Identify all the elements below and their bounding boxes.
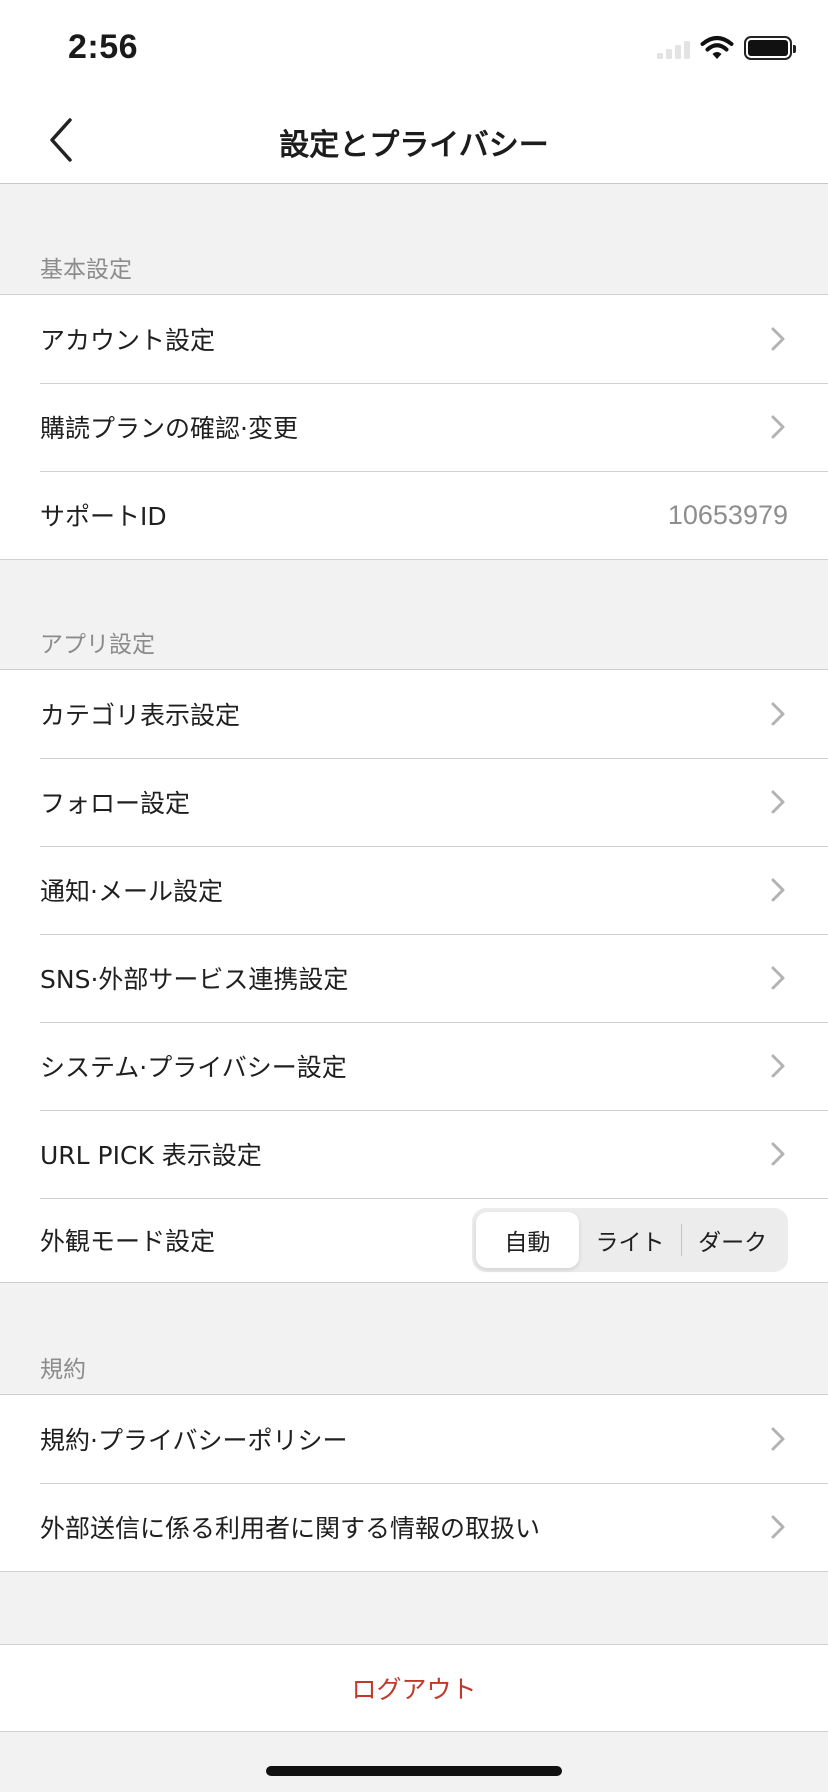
row-terms-privacy-policy[interactable]: 規約·プライバシーポリシー <box>0 1395 828 1483</box>
row-sns-integration[interactable]: SNS·外部サービス連携設定 <box>0 934 828 1022</box>
chevron-right-icon <box>771 1427 785 1451</box>
chevron-right-icon <box>771 702 785 726</box>
row-label: 規約·プライバシーポリシー <box>40 1426 348 1455</box>
logout-button[interactable]: ログアウト <box>0 1644 828 1732</box>
row-label: 外観モード設定 <box>40 1227 216 1256</box>
row-label: サポートID <box>40 502 167 531</box>
appearance-segmented-control: 自動 ライト ダーク <box>472 1208 788 1272</box>
group-terms: 規約·プライバシーポリシー 外部送信に係る利用者に関する情報の取扱い <box>0 1394 828 1572</box>
signal-icon <box>657 37 690 59</box>
chevron-right-icon <box>771 327 785 351</box>
row-label: 通知·メール設定 <box>40 877 223 906</box>
segment-light[interactable]: ライト <box>579 1212 682 1268</box>
chevron-right-icon <box>771 790 785 814</box>
section-header-terms: 規約 <box>40 1357 86 1383</box>
row-label: アカウント設定 <box>40 326 216 355</box>
segment-dark[interactable]: ダーク <box>681 1212 784 1268</box>
chevron-right-icon <box>771 1142 785 1166</box>
row-label: URL PICK 表示設定 <box>40 1141 262 1170</box>
status-time: 2:56 <box>68 28 139 66</box>
group-app-settings: カテゴリ表示設定 フォロー設定 通知·メール設定 SNS·外部サービス連携設定 … <box>0 669 828 1283</box>
status-bar: 2:56 <box>0 0 828 96</box>
row-label: 外部送信に係る利用者に関する情報の取扱い <box>40 1514 541 1543</box>
row-url-pick-display[interactable]: URL PICK 表示設定 <box>0 1110 828 1198</box>
status-icons <box>657 34 796 62</box>
chevron-right-icon <box>771 878 785 902</box>
row-system-privacy[interactable]: システム·プライバシー設定 <box>0 1022 828 1110</box>
row-appearance-mode: 外観モード設定 自動 ライト ダーク <box>0 1198 828 1282</box>
battery-icon <box>744 36 796 60</box>
group-basic-settings: アカウント設定 購読プランの確認·変更 サポートID 10653979 <box>0 294 828 560</box>
row-account-settings[interactable]: アカウント設定 <box>0 295 828 383</box>
segment-auto[interactable]: 自動 <box>476 1212 579 1268</box>
row-support-id: サポートID 10653979 <box>0 471 828 559</box>
logout-label: ログアウト <box>351 1675 477 1704</box>
row-follow-settings[interactable]: フォロー設定 <box>0 758 828 846</box>
row-external-transmission[interactable]: 外部送信に係る利用者に関する情報の取扱い <box>0 1483 828 1571</box>
support-id-value: 10653979 <box>667 499 788 530</box>
row-notification-mail[interactable]: 通知·メール設定 <box>0 846 828 934</box>
row-category-display[interactable]: カテゴリ表示設定 <box>0 670 828 758</box>
navigation-bar: 設定とプライバシー <box>0 96 828 184</box>
row-label: カテゴリ表示設定 <box>40 701 241 730</box>
chevron-right-icon <box>771 1054 785 1078</box>
chevron-right-icon <box>771 415 785 439</box>
row-label: 購読プランの確認·変更 <box>40 414 298 443</box>
row-label: SNS·外部サービス連携設定 <box>40 965 349 994</box>
row-label: システム·プライバシー設定 <box>40 1053 347 1082</box>
chevron-right-icon <box>771 966 785 990</box>
row-label: フォロー設定 <box>40 789 191 818</box>
section-header-basic: 基本設定 <box>40 257 132 283</box>
page-title: 設定とプライバシー <box>279 128 549 163</box>
section-header-app: アプリ設定 <box>40 632 155 658</box>
wifi-icon <box>700 36 734 59</box>
home-indicator <box>266 1766 562 1776</box>
row-subscription-plan[interactable]: 購読プランの確認·変更 <box>0 383 828 471</box>
chevron-right-icon <box>771 1515 785 1539</box>
